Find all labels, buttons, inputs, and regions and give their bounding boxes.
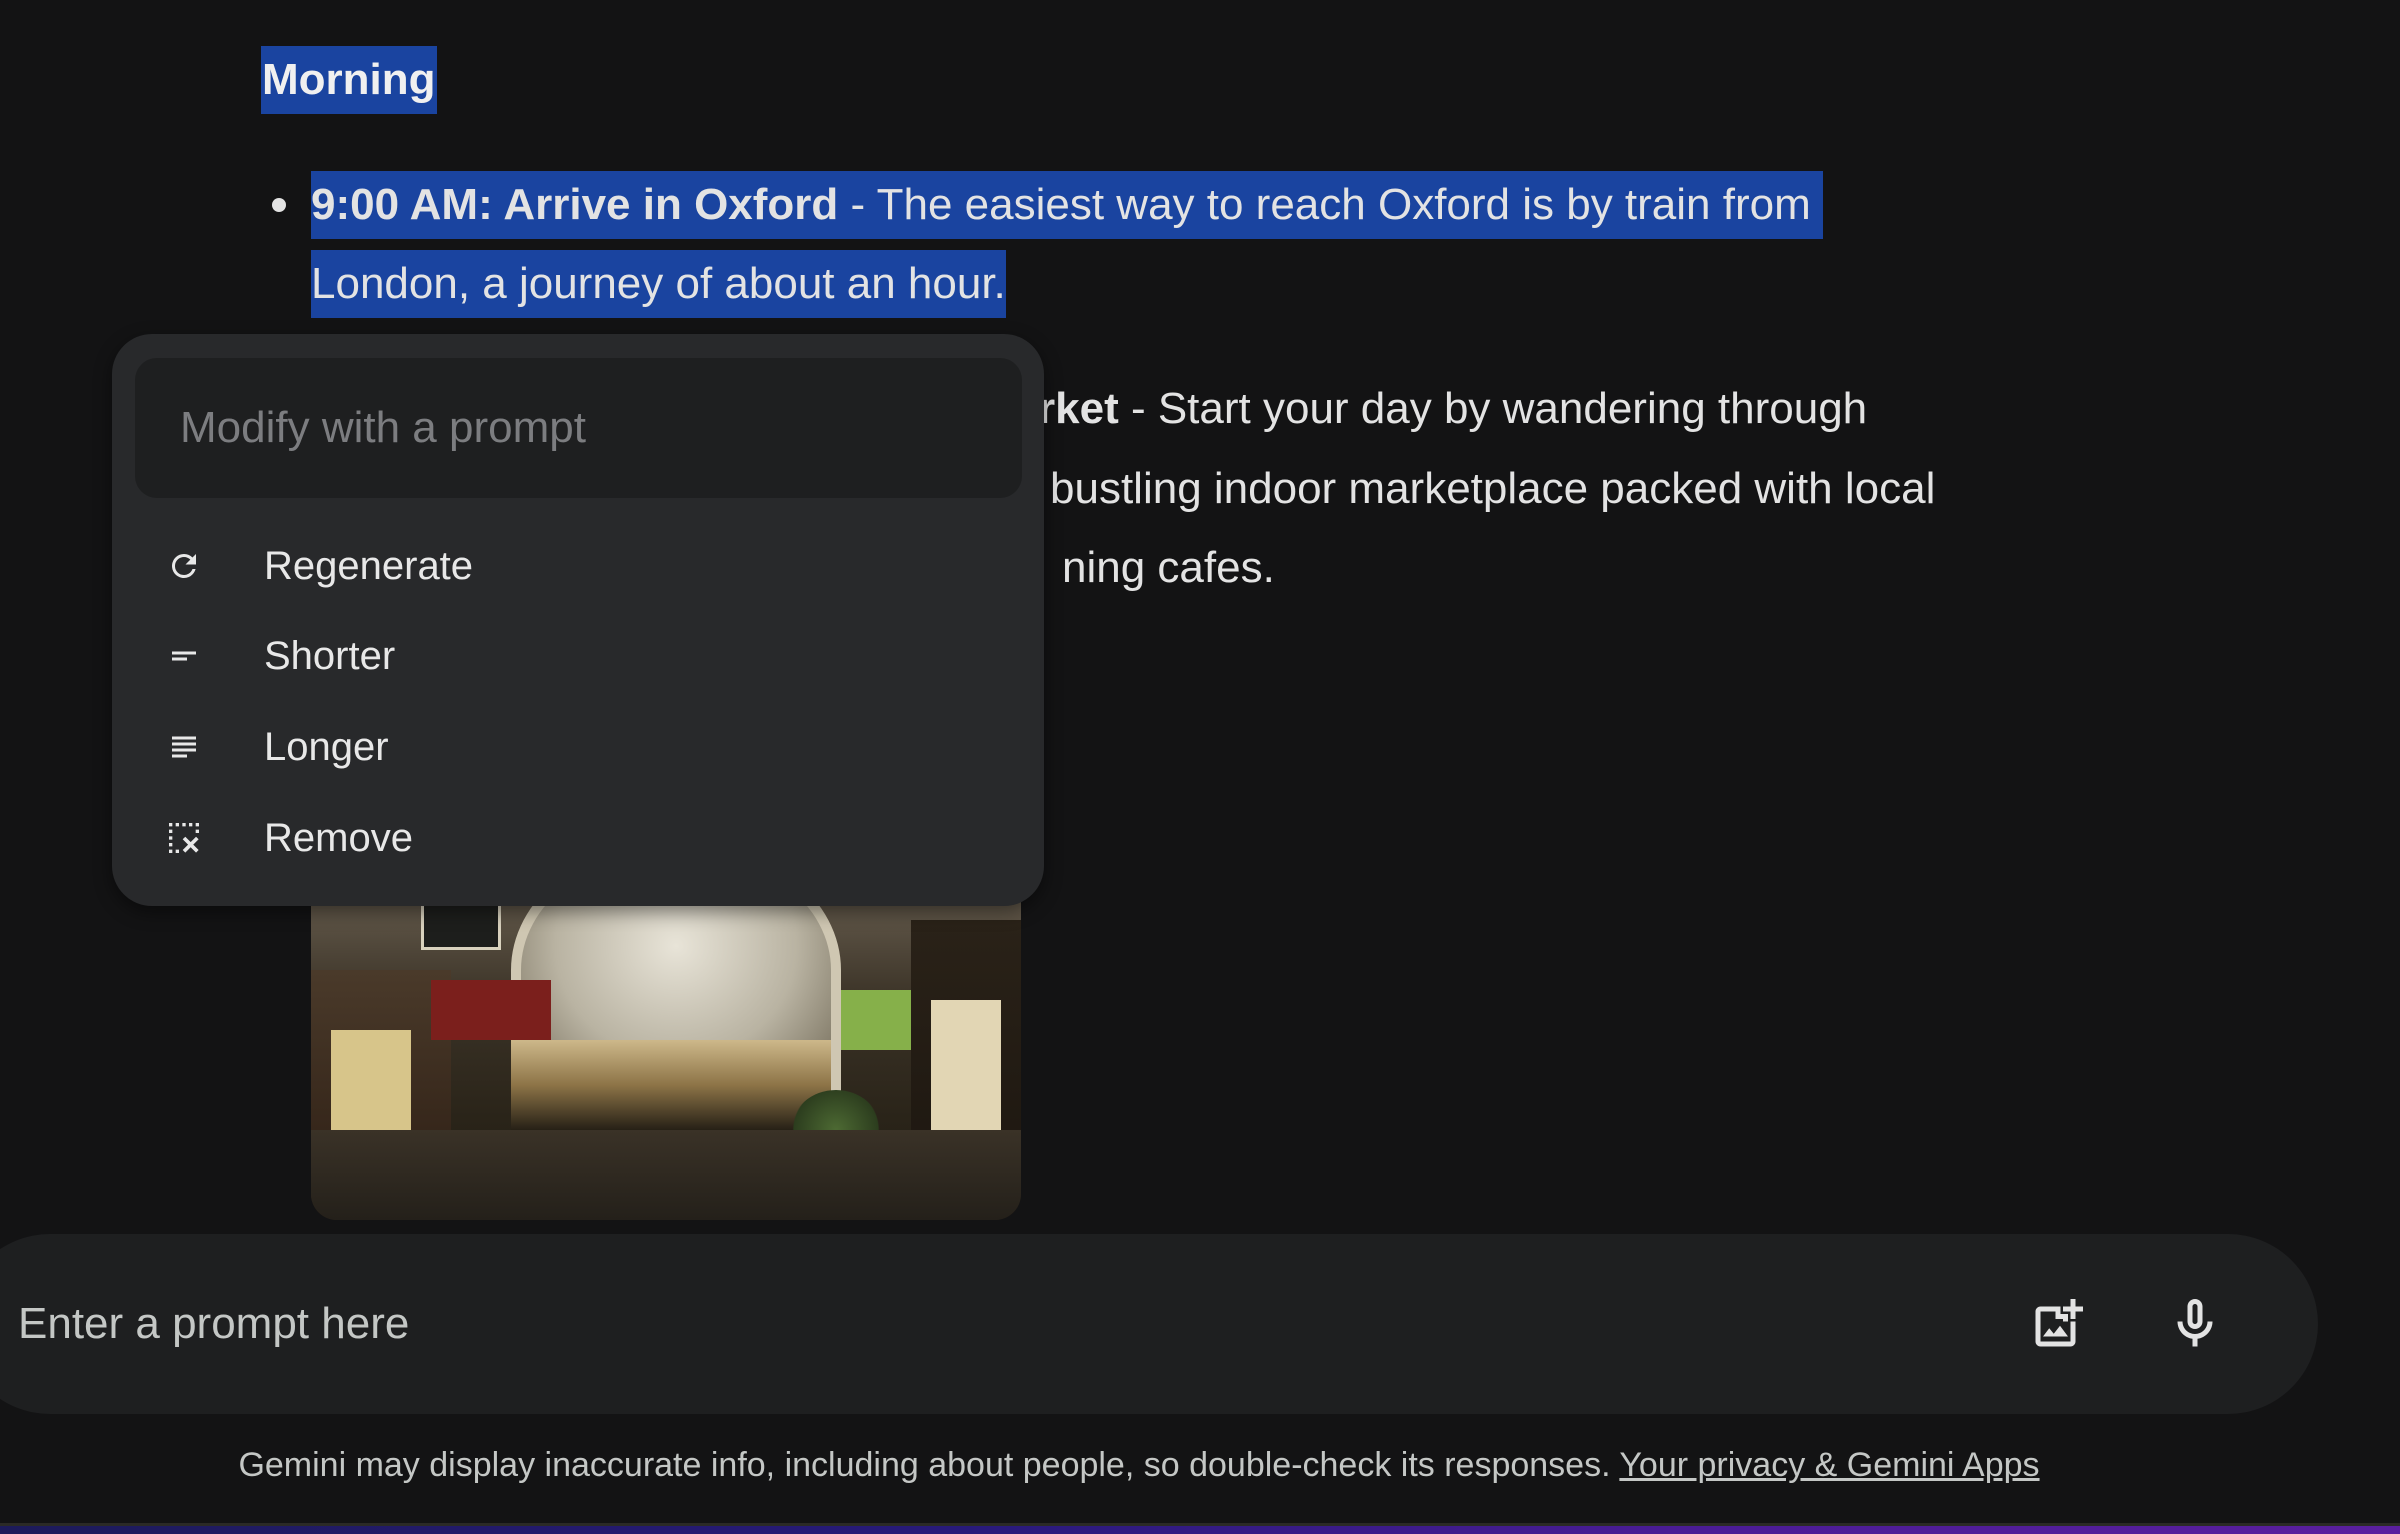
list-item-line: rket - Start your day by wandering throu… xyxy=(1038,375,1867,443)
gemini-chat-view: Morning 9:00 AM: Arrive in Oxford - The … xyxy=(0,0,2400,1534)
menu-item-longer[interactable]: Longer xyxy=(112,703,1044,791)
microphone-icon[interactable] xyxy=(2165,1294,2225,1354)
disclaimer-text: Gemini may display inaccurate info, incl… xyxy=(238,1446,1620,1484)
add-image-icon[interactable] xyxy=(2028,1294,2088,1354)
menu-item-remove[interactable]: Remove xyxy=(112,794,1044,882)
image-sign xyxy=(431,980,551,1040)
menu-item-label: Remove xyxy=(264,815,413,860)
list-item-text: bustling indoor marketplace packed with … xyxy=(1050,464,1936,513)
list-item-text: Start your day by wandering through xyxy=(1157,384,1868,433)
image-sign xyxy=(841,990,921,1050)
disclaimer: Gemini may display inaccurate info, incl… xyxy=(0,1446,2278,1485)
list-item-title-fragment: rket xyxy=(1038,384,1119,433)
section-heading: Morning xyxy=(261,46,437,114)
list-item-text: The easiest way to reach Oxford is by tr… xyxy=(876,180,1811,229)
list-item-text: ning cafes. xyxy=(1062,543,1275,592)
list-item-line: London, a journey of about an hour. xyxy=(311,250,1006,318)
menu-item-label: Shorter xyxy=(264,633,396,678)
market-image[interactable] xyxy=(311,880,1021,1220)
list-item-text: London, a journey of about an hour. xyxy=(311,259,1006,308)
privacy-link[interactable]: Your privacy & Gemini Apps xyxy=(1619,1446,2039,1484)
image-counter-shape xyxy=(511,1040,831,1130)
taskbar-strip xyxy=(0,1526,2400,1534)
remove-selection-icon xyxy=(164,818,204,858)
prompt-input-placeholder: Enter a prompt here xyxy=(18,1299,410,1348)
list-item-line: ning cafes. xyxy=(1062,534,1275,602)
menu-item-label: Longer xyxy=(264,724,389,769)
separator: - xyxy=(838,180,877,229)
bullet-dot xyxy=(272,198,286,212)
refresh-icon xyxy=(164,546,204,586)
list-item-title: 9:00 AM: Arrive in Oxford xyxy=(311,180,839,229)
long-text-icon xyxy=(164,727,204,767)
prompt-input-bar[interactable]: Enter a prompt here xyxy=(0,1234,2318,1414)
image-floor xyxy=(311,1130,1021,1220)
short-text-icon xyxy=(164,636,204,676)
menu-item-shorter[interactable]: Shorter xyxy=(112,612,1044,700)
modify-prompt-input[interactable]: Modify with a prompt xyxy=(135,358,1022,498)
separator: - xyxy=(1118,384,1158,433)
modify-prompt-placeholder: Modify with a prompt xyxy=(180,403,586,452)
modify-response-popup: Modify with a prompt Regenerate Shorter … xyxy=(112,334,1044,906)
menu-item-label: Regenerate xyxy=(264,543,474,588)
list-item-line: 9:00 AM: Arrive in Oxford - The easiest … xyxy=(311,171,1823,239)
list-item-line: bustling indoor marketplace packed with … xyxy=(1050,455,1935,523)
menu-item-regenerate[interactable]: Regenerate xyxy=(112,522,1044,610)
